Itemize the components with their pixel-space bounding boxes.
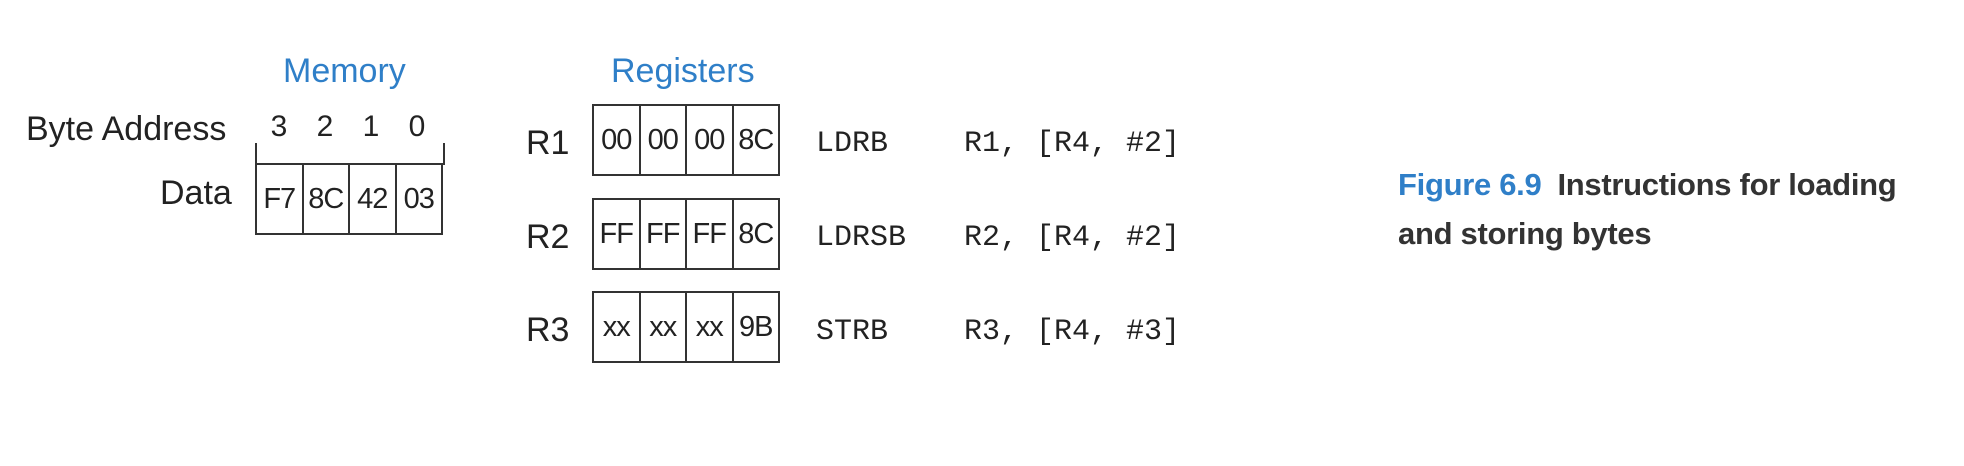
instruction-r1: LDRB R1, [R4, #2]	[816, 129, 1180, 159]
caption-line-2: and storing bytes	[1398, 216, 1652, 251]
memory-byte-2: 8C	[304, 165, 350, 233]
register-byte: 00	[687, 106, 734, 174]
instruction-operands: R1, [R4, #2]	[964, 127, 1181, 161]
address-digit: 2	[316, 110, 334, 143]
figure-caption: Figure 6.9 Instructions for loading and s…	[1398, 160, 1938, 258]
data-label: Data	[160, 174, 232, 212]
byte-address-row: 3 2 1 0	[256, 112, 440, 142]
address-digit: 3	[270, 110, 288, 143]
instruction-operands: R2, [R4, #2]	[964, 221, 1181, 255]
address-digit: 1	[362, 110, 380, 143]
instruction-opcode: LDRB	[816, 127, 889, 161]
memory-byte-3: F7	[257, 165, 304, 233]
register-byte: 00	[641, 106, 687, 174]
register-byte: xx	[594, 293, 641, 361]
register-byte: 8C	[738, 217, 774, 250]
address-digit: 0	[408, 110, 426, 143]
register-r2-bytes: FF FF FF 8C	[592, 198, 780, 270]
register-byte: xx	[687, 293, 734, 361]
register-byte: xx	[641, 293, 687, 361]
register-byte: 00	[594, 106, 641, 174]
memory-data-word: F7 8C 42 03	[255, 163, 443, 235]
register-r1-bytes: 00 00 00 8C	[592, 104, 780, 176]
register-byte: FF	[641, 200, 687, 268]
register-byte: 9B	[739, 310, 773, 343]
register-name-r3: R3	[526, 311, 570, 349]
register-byte: 8C	[738, 123, 774, 156]
instruction-opcode: STRB	[816, 315, 889, 349]
instruction-r3: STRB R3, [R4, #3]	[816, 317, 1180, 347]
caption-text-1: Instructions for loading	[1557, 167, 1897, 202]
register-byte: FF	[594, 200, 641, 268]
memory-title: Memory	[283, 52, 406, 90]
register-r3-bytes: xx xx xx 9B	[592, 291, 780, 363]
memory-byte-1: 42	[350, 165, 397, 233]
register-byte: FF	[687, 200, 734, 268]
register-name-r1: R1	[526, 124, 570, 162]
caption-line-1: Figure 6.9 Instructions for loading	[1398, 160, 1938, 209]
figure-number: Figure 6.9	[1398, 167, 1542, 202]
instruction-opcode: LDRSB	[816, 221, 907, 255]
register-name-r2: R2	[526, 218, 570, 256]
instruction-operands: R3, [R4, #3]	[964, 315, 1181, 349]
registers-title: Registers	[611, 52, 755, 90]
memory-byte-0: 03	[403, 182, 435, 215]
byte-address-label: Byte Address	[26, 110, 227, 148]
instruction-r2: LDRSB R2, [R4, #2]	[816, 223, 1180, 253]
address-bracket	[255, 143, 445, 165]
